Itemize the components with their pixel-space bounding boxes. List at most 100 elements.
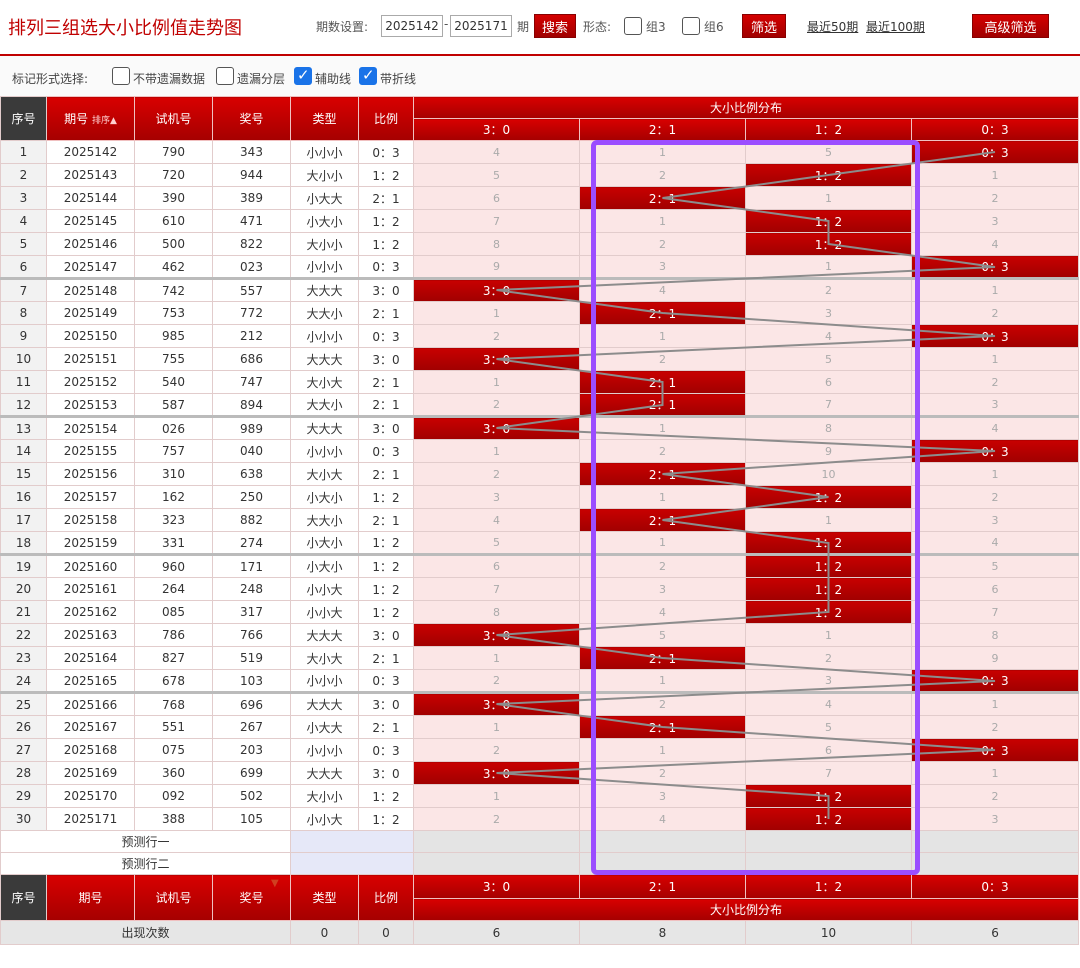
- row-type: 小大小: [290, 209, 359, 233]
- header-issue-label: 期号: [64, 112, 89, 126]
- no-omit-data-checkbox[interactable]: [112, 67, 130, 85]
- row-type: 小小小: [290, 669, 359, 693]
- header-dist-30: 3：0: [413, 118, 580, 141]
- stats-count-30: 6: [413, 920, 580, 945]
- footer-dist-title: 大小比例分布: [412, 898, 1080, 921]
- row-prize: 686: [212, 347, 291, 371]
- omit-layer-checkbox[interactable]: [216, 67, 234, 85]
- period-label: 期数设置:: [316, 20, 369, 34]
- polyline-checkbox[interactable]: [359, 66, 377, 85]
- dist-omit-cell: 4: [579, 807, 746, 831]
- predict-row-2-input[interactable]: [290, 852, 414, 875]
- header-dist-12: 1：2: [745, 118, 912, 141]
- row-seq: 10: [0, 347, 47, 371]
- table-row: 3 2025144 390 389 小大大 2：1 6 2：1 1 2: [0, 186, 1080, 210]
- row-type: 小大小: [290, 553, 359, 578]
- row-seq: 28: [0, 761, 47, 785]
- row-seq: 30: [0, 807, 47, 831]
- dist-omit-cell: 2: [579, 553, 746, 578]
- dist-omit-cell: 5: [745, 715, 912, 739]
- dist-hit-cell: 1：2: [745, 209, 912, 233]
- dist-hit-cell: 2：1: [579, 715, 746, 739]
- table-row: 2 2025143 720 944 大小小 1：2 5 2 1：2 1: [0, 163, 1080, 187]
- predict-row-1-cell[interactable]: [910, 830, 1080, 853]
- group3-checkbox[interactable]: [624, 17, 642, 35]
- group6-checkbox[interactable]: [682, 17, 700, 35]
- predict-row-1-input[interactable]: [290, 830, 414, 853]
- row-trial: 388: [134, 807, 213, 831]
- mark-options-bar: 标记形式选择: 不带遗漏数据 遗漏分层 辅助线 带折线: [0, 56, 1080, 96]
- row-prize: 023: [212, 255, 291, 279]
- period-end-input[interactable]: [450, 15, 512, 37]
- search-button[interactable]: 搜索: [534, 14, 576, 38]
- dist-omit-cell: 7: [413, 209, 580, 233]
- predict-row-1-cell[interactable]: [579, 830, 746, 853]
- group3-label: 组3: [646, 20, 666, 34]
- footer-dist-21: 2：1: [579, 874, 746, 899]
- sort-icon[interactable]: 排序▲: [92, 116, 117, 126]
- row-trial: 092: [134, 784, 213, 808]
- row-ratio: 0：3: [358, 669, 414, 693]
- row-ratio: 3：0: [358, 761, 414, 785]
- predict-row-2-cell[interactable]: [413, 852, 580, 875]
- table-row: 17 2025158 323 882 大大小 2：1 4 2：1 1 3: [0, 508, 1080, 532]
- predict-row-2-cell[interactable]: [745, 852, 912, 875]
- row-prize: 766: [212, 623, 291, 647]
- dist-omit-cell: 1: [413, 301, 580, 325]
- row-trial: 026: [134, 415, 213, 440]
- dist-hit-cell: 2：1: [579, 186, 746, 210]
- filter-button[interactable]: 筛选: [742, 14, 786, 38]
- row-seq: 4: [0, 209, 47, 233]
- row-trial: 827: [134, 646, 213, 670]
- dist-omit-cell: 2: [745, 646, 912, 670]
- predict-row-2-cell[interactable]: [910, 852, 1080, 875]
- dist-omit-cell: 6: [910, 577, 1080, 601]
- guide-line-label: 辅助线: [315, 72, 352, 86]
- recent-50-link[interactable]: 最近50期: [807, 18, 858, 35]
- row-type: 大大大: [290, 623, 359, 647]
- row-type: 大小小: [290, 784, 359, 808]
- period-start-input[interactable]: [381, 15, 443, 37]
- row-seq: 23: [0, 646, 47, 670]
- row-ratio: 0：3: [358, 140, 414, 164]
- row-trial: 985: [134, 324, 213, 348]
- recent-100-link[interactable]: 最近100期: [866, 18, 925, 35]
- sort-label: 排序: [91, 116, 110, 126]
- row-type: 小小大: [290, 807, 359, 831]
- dist-omit-cell: 2: [910, 301, 1080, 325]
- dist-omit-cell: 10: [745, 462, 912, 486]
- row-prize: 040: [212, 439, 291, 463]
- stats-count-12: 10: [745, 920, 912, 945]
- predict-row-1-cell[interactable]: [413, 830, 580, 853]
- row-type: 大大大: [290, 761, 359, 785]
- dist-omit-cell: 8: [413, 232, 580, 256]
- predict-row-1-cell[interactable]: [745, 830, 912, 853]
- row-issue: 2025157: [46, 485, 135, 509]
- table-row: 4 2025145 610 471 小大小 1：2 7 1 1：2 3: [0, 209, 1080, 233]
- row-trial: 768: [134, 691, 213, 716]
- row-type: 大小大: [290, 646, 359, 670]
- advanced-filter-button[interactable]: 高级筛选: [972, 14, 1049, 38]
- row-trial: 360: [134, 761, 213, 785]
- row-trial: 755: [134, 347, 213, 371]
- dist-omit-cell: 1: [579, 324, 746, 348]
- row-prize: 772: [212, 301, 291, 325]
- scroll-down-icon[interactable]: ▼: [271, 878, 279, 889]
- table-row: 7 2025148 742 557 大大大 3：0 3：0 4 2 1: [0, 277, 1080, 302]
- row-trial: 264: [134, 577, 213, 601]
- row-trial: 540: [134, 370, 213, 394]
- row-issue: 2025161: [46, 577, 135, 601]
- row-ratio: 2：1: [358, 508, 414, 532]
- row-ratio: 1：2: [358, 163, 414, 187]
- predict-row-2-cell[interactable]: [579, 852, 746, 875]
- row-type: 大小小: [290, 163, 359, 187]
- row-prize: 389: [212, 186, 291, 210]
- guide-line-checkbox[interactable]: [294, 66, 312, 85]
- dist-omit-cell: 1: [413, 370, 580, 394]
- row-prize: 343: [212, 140, 291, 164]
- row-ratio: 3：0: [358, 347, 414, 371]
- row-ratio: 3：0: [358, 623, 414, 647]
- header-issue[interactable]: 期号 排序▲: [46, 96, 135, 141]
- dist-omit-cell: 3: [745, 669, 912, 693]
- row-type: 大小大: [290, 462, 359, 486]
